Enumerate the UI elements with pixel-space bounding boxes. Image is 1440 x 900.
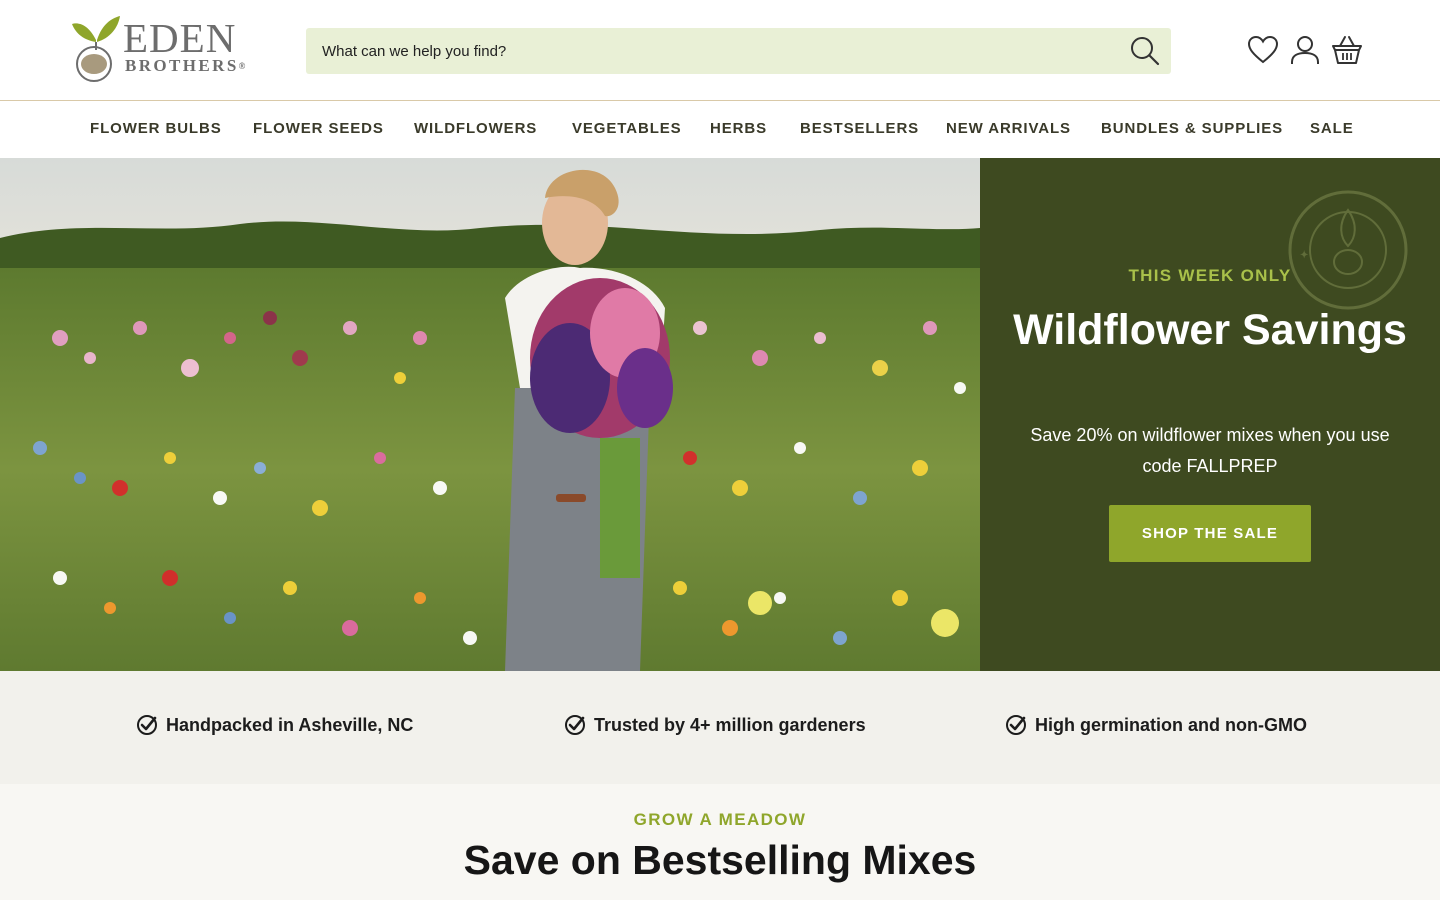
main-nav: FLOWER BULBS FLOWER SEEDS WILDFLOWERS VE… bbox=[0, 102, 1440, 158]
benefit-handpacked: Handpacked in Asheville, NC bbox=[136, 711, 413, 739]
logo-wordmark-brothers: BROTHERS® bbox=[125, 57, 245, 75]
finest-freshest-badge-icon: ✦ bbox=[1288, 190, 1408, 310]
hero-promo-panel: ✦ THIS WEEK ONLY Wildflower Savings Save… bbox=[980, 158, 1440, 671]
search-bar bbox=[306, 28, 1171, 74]
check-badge-icon bbox=[137, 715, 157, 735]
benefit-text: Handpacked in Asheville, NC bbox=[166, 714, 414, 735]
registered-mark: ® bbox=[238, 61, 246, 71]
hero-title: Wildflower Savings bbox=[1013, 306, 1407, 354]
nav-bundles-supplies[interactable]: BUNDLES & SUPPLIES bbox=[1101, 102, 1283, 158]
hero-banner: ✦ THIS WEEK ONLY Wildflower Savings Save… bbox=[0, 158, 1440, 671]
benefits-bar: Handpacked in Asheville, NC Trusted by 4… bbox=[0, 671, 1440, 784]
hero-copy: Save 20% on wildflower mixes when you us… bbox=[1030, 425, 1390, 476]
check-badge-icon bbox=[1006, 715, 1026, 735]
nav-bestsellers[interactable]: BESTSELLERS bbox=[800, 102, 919, 158]
cart-basket-icon[interactable] bbox=[1331, 34, 1363, 66]
benefit-germination: High germination and non-GMO bbox=[1005, 711, 1307, 739]
nav-vegetables[interactable]: VEGETABLES bbox=[572, 102, 682, 158]
logo-wordmark-brothers-text: BROTHERS bbox=[125, 56, 239, 75]
benefit-text: High germination and non-GMO bbox=[1035, 714, 1307, 735]
check-badge-icon bbox=[565, 715, 585, 735]
nav-new-arrivals[interactable]: NEW ARRIVALS bbox=[946, 102, 1071, 158]
shop-the-sale-button[interactable]: SHOP THE SALE bbox=[1109, 505, 1311, 562]
nav-sale[interactable]: SALE bbox=[1310, 102, 1354, 158]
logo-wordmark-eden: EDEN bbox=[123, 15, 237, 61]
nav-flower-bulbs[interactable]: FLOWER BULBS bbox=[90, 102, 222, 158]
search-input[interactable] bbox=[306, 28, 1106, 74]
hero-eyebrow: THIS WEEK ONLY bbox=[1128, 266, 1292, 285]
sprout-logo-icon bbox=[72, 16, 120, 82]
svg-text:✦: ✦ bbox=[1300, 250, 1308, 261]
section-eyebrow: GROW A MEADOW bbox=[633, 810, 807, 829]
nav-herbs[interactable]: HERBS bbox=[710, 102, 767, 158]
nav-wildflowers[interactable]: WILDFLOWERS bbox=[414, 102, 537, 158]
hero-image-wildflower-field[interactable] bbox=[0, 158, 980, 671]
bestselling-mixes-section: GROW A MEADOW Save on Bestselling Mixes bbox=[0, 784, 1440, 900]
benefit-trusted: Trusted by 4+ million gardeners bbox=[564, 711, 866, 739]
account-user-icon[interactable] bbox=[1289, 34, 1321, 66]
wishlist-heart-icon[interactable] bbox=[1247, 34, 1279, 66]
section-title: Save on Bestselling Mixes bbox=[463, 837, 977, 883]
hero-photo-illustration bbox=[0, 158, 980, 671]
nav-flower-seeds[interactable]: FLOWER SEEDS bbox=[253, 102, 384, 158]
search-icon[interactable] bbox=[1129, 35, 1161, 67]
benefit-text: Trusted by 4+ million gardeners bbox=[594, 714, 866, 735]
site-header: EDEN BROTHERS® bbox=[0, 0, 1440, 101]
eden-brothers-logo[interactable]: EDEN BROTHERS® bbox=[70, 14, 245, 84]
